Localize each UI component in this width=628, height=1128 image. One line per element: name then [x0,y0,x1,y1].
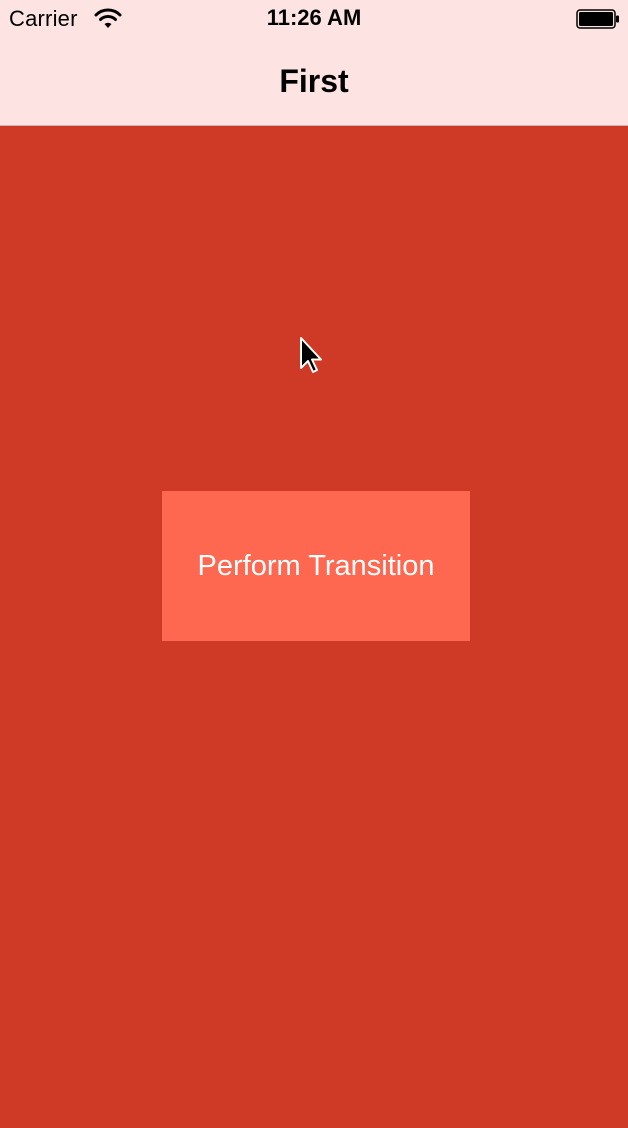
page-title: First [279,63,349,99]
mouse-pointer-icon [300,337,322,373]
status-bar: Carrier 11:26 AM [0,0,628,40]
battery-icon [576,9,619,29]
navigation-header: Carrier 11:26 AM First [0,0,628,126]
app-screen: Carrier 11:26 AM First Perform Transitio… [0,0,628,1128]
perform-transition-button[interactable]: Perform Transition [162,491,470,641]
status-time: 11:26 AM [266,5,362,30]
